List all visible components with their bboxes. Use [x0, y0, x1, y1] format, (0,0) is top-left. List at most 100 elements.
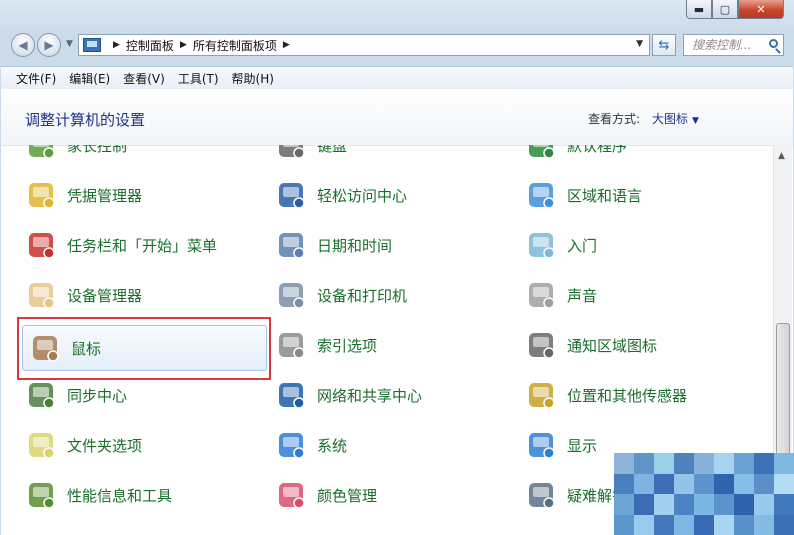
mosaic-tile: [734, 494, 754, 515]
menu-view[interactable]: 查看(V): [117, 70, 172, 87]
control-panel-item-label: 设备管理器: [67, 286, 143, 305]
item-icon: [279, 183, 305, 209]
breadcrumb-separator-icon[interactable]: ▶: [113, 40, 120, 50]
control-panel-item-label: 默认程序: [567, 145, 628, 155]
forward-arrow-icon: ▶: [44, 38, 54, 52]
mosaic-tile: [654, 453, 674, 474]
maximize-icon: ▢: [719, 2, 731, 16]
control-panel-item[interactable]: 区域和语言: [525, 173, 642, 217]
search-icon[interactable]: [769, 39, 778, 48]
mosaic-tile: [614, 494, 634, 515]
mosaic-tile: [674, 514, 694, 535]
search-input[interactable]: 搜索控制...: [683, 34, 784, 56]
control-panel-item[interactable]: 设备和打印机: [275, 273, 407, 317]
item-icon: [29, 433, 55, 459]
item-icon: [29, 233, 55, 259]
control-panel-item-label: 文件夹选项: [67, 436, 143, 455]
control-panel-item[interactable]: 显示: [525, 423, 597, 467]
search-placeholder: 搜索控制...: [692, 38, 752, 52]
breadcrumb-separator-icon[interactable]: ▶: [180, 40, 187, 50]
control-panel-item[interactable]: 系统: [275, 423, 347, 467]
item-icon: [29, 483, 55, 509]
control-panel-item[interactable]: 性能信息和工具: [25, 473, 172, 517]
header-strip: 调整计算机的设置 查看方式: 大图标 ▼: [1, 89, 793, 146]
page-title: 调整计算机的设置: [25, 111, 146, 129]
control-panel-item[interactable]: 疑难解答: [525, 473, 627, 517]
address-dropdown-icon[interactable]: ▼: [636, 39, 643, 49]
forward-button[interactable]: ▶: [37, 33, 61, 57]
mosaic-tile: [754, 514, 774, 535]
view-by-dropdown[interactable]: 大图标 ▼: [652, 110, 699, 127]
item-icon: [279, 383, 305, 409]
maximize-button[interactable]: ▢: [712, 0, 738, 19]
item-icon: [529, 383, 555, 409]
mosaic-tile: [754, 473, 774, 494]
mosaic-tile: [694, 473, 714, 494]
control-panel-item[interactable]: 颜色管理: [275, 473, 377, 517]
item-icon: [279, 283, 305, 309]
control-panel-item-label: 键盘: [317, 145, 348, 155]
mosaic-tile: [714, 453, 734, 474]
close-icon: ✕: [756, 2, 766, 16]
scroll-up-icon[interactable]: ▲: [778, 151, 785, 161]
control-panel-item[interactable]: 轻松访问中心: [275, 173, 407, 217]
close-button[interactable]: ✕: [738, 0, 784, 19]
mosaic-tile: [754, 453, 774, 474]
control-panel-item[interactable]: 声音: [525, 273, 597, 317]
control-panel-item[interactable]: 网络和共享中心: [275, 373, 422, 417]
control-panel-item[interactable]: 索引选项: [275, 323, 377, 367]
item-icon: [279, 433, 305, 459]
control-panel-item-label: 性能信息和工具: [67, 486, 173, 505]
control-panel-item[interactable]: 键盘: [275, 145, 347, 167]
mosaic-tile: [614, 453, 634, 474]
breadcrumb-separator-icon[interactable]: ▶: [283, 40, 290, 50]
item-icon: [529, 483, 555, 509]
item-icon: [29, 283, 55, 309]
mosaic-tile: [774, 453, 794, 474]
refresh-button[interactable]: ⇆: [652, 34, 676, 56]
view-by-label: 查看方式:: [588, 112, 641, 126]
mosaic-tile: [774, 514, 794, 535]
breadcrumb-all-items[interactable]: 所有控制面板项: [193, 37, 277, 54]
menu-help[interactable]: 帮助(H): [226, 70, 281, 87]
control-panel-item[interactable]: 位置和其他传感器: [525, 373, 687, 417]
control-panel-item[interactable]: 任务栏和「开始」菜单: [25, 223, 217, 267]
recent-pages-dropdown-icon[interactable]: ▼: [66, 39, 73, 49]
control-panel-item-label: 位置和其他传感器: [567, 386, 688, 405]
minimize-icon: ▬: [693, 2, 705, 16]
mosaic-tile: [654, 514, 674, 535]
mosaic-tile: [714, 494, 734, 515]
control-panel-item[interactable]: 日期和时间: [275, 223, 392, 267]
breadcrumb-control-panel[interactable]: 控制面板: [126, 37, 174, 54]
control-panel-item[interactable]: 文件夹选项: [25, 423, 142, 467]
item-icon: [529, 283, 555, 309]
item-icon: [529, 233, 555, 259]
address-bar[interactable]: ▶ 控制面板 ▶ 所有控制面板项 ▶ ▼: [78, 34, 650, 56]
title-bar[interactable]: ▬ ▢ ✕: [0, 0, 794, 28]
control-panel-item-label: 家长控制: [67, 145, 128, 155]
view-by-value: 大图标: [652, 112, 689, 126]
control-panel-item-label: 声音: [567, 286, 598, 305]
mosaic-tile: [674, 494, 694, 515]
menu-tools[interactable]: 工具(T): [172, 70, 226, 87]
mosaic-tile: [614, 473, 634, 494]
item-icon: [279, 233, 305, 259]
item-icon: [29, 145, 55, 159]
blurred-corner-mosaic: [614, 453, 794, 535]
menu-file[interactable]: 文件(F): [1, 70, 63, 87]
back-button[interactable]: ◀: [11, 33, 35, 57]
menu-edit[interactable]: 编辑(E): [63, 70, 117, 87]
mosaic-tile: [674, 453, 694, 474]
minimize-button[interactable]: ▬: [686, 0, 712, 19]
control-panel-item[interactable]: 入门: [525, 223, 597, 267]
control-panel-item[interactable]: 设备管理器: [25, 273, 142, 317]
item-icon: [529, 333, 555, 359]
control-panel-item-label: 轻松访问中心: [317, 186, 408, 205]
control-panel-item[interactable]: 凭据管理器: [25, 173, 142, 217]
mosaic-tile: [654, 473, 674, 494]
control-panel-item[interactable]: 默认程序: [525, 145, 627, 167]
mosaic-tile: [754, 494, 774, 515]
control-panel-item[interactable]: 家长控制: [25, 145, 127, 167]
control-panel-item-label: 设备和打印机: [317, 286, 408, 305]
control-panel-item[interactable]: 通知区域图标: [525, 323, 657, 367]
